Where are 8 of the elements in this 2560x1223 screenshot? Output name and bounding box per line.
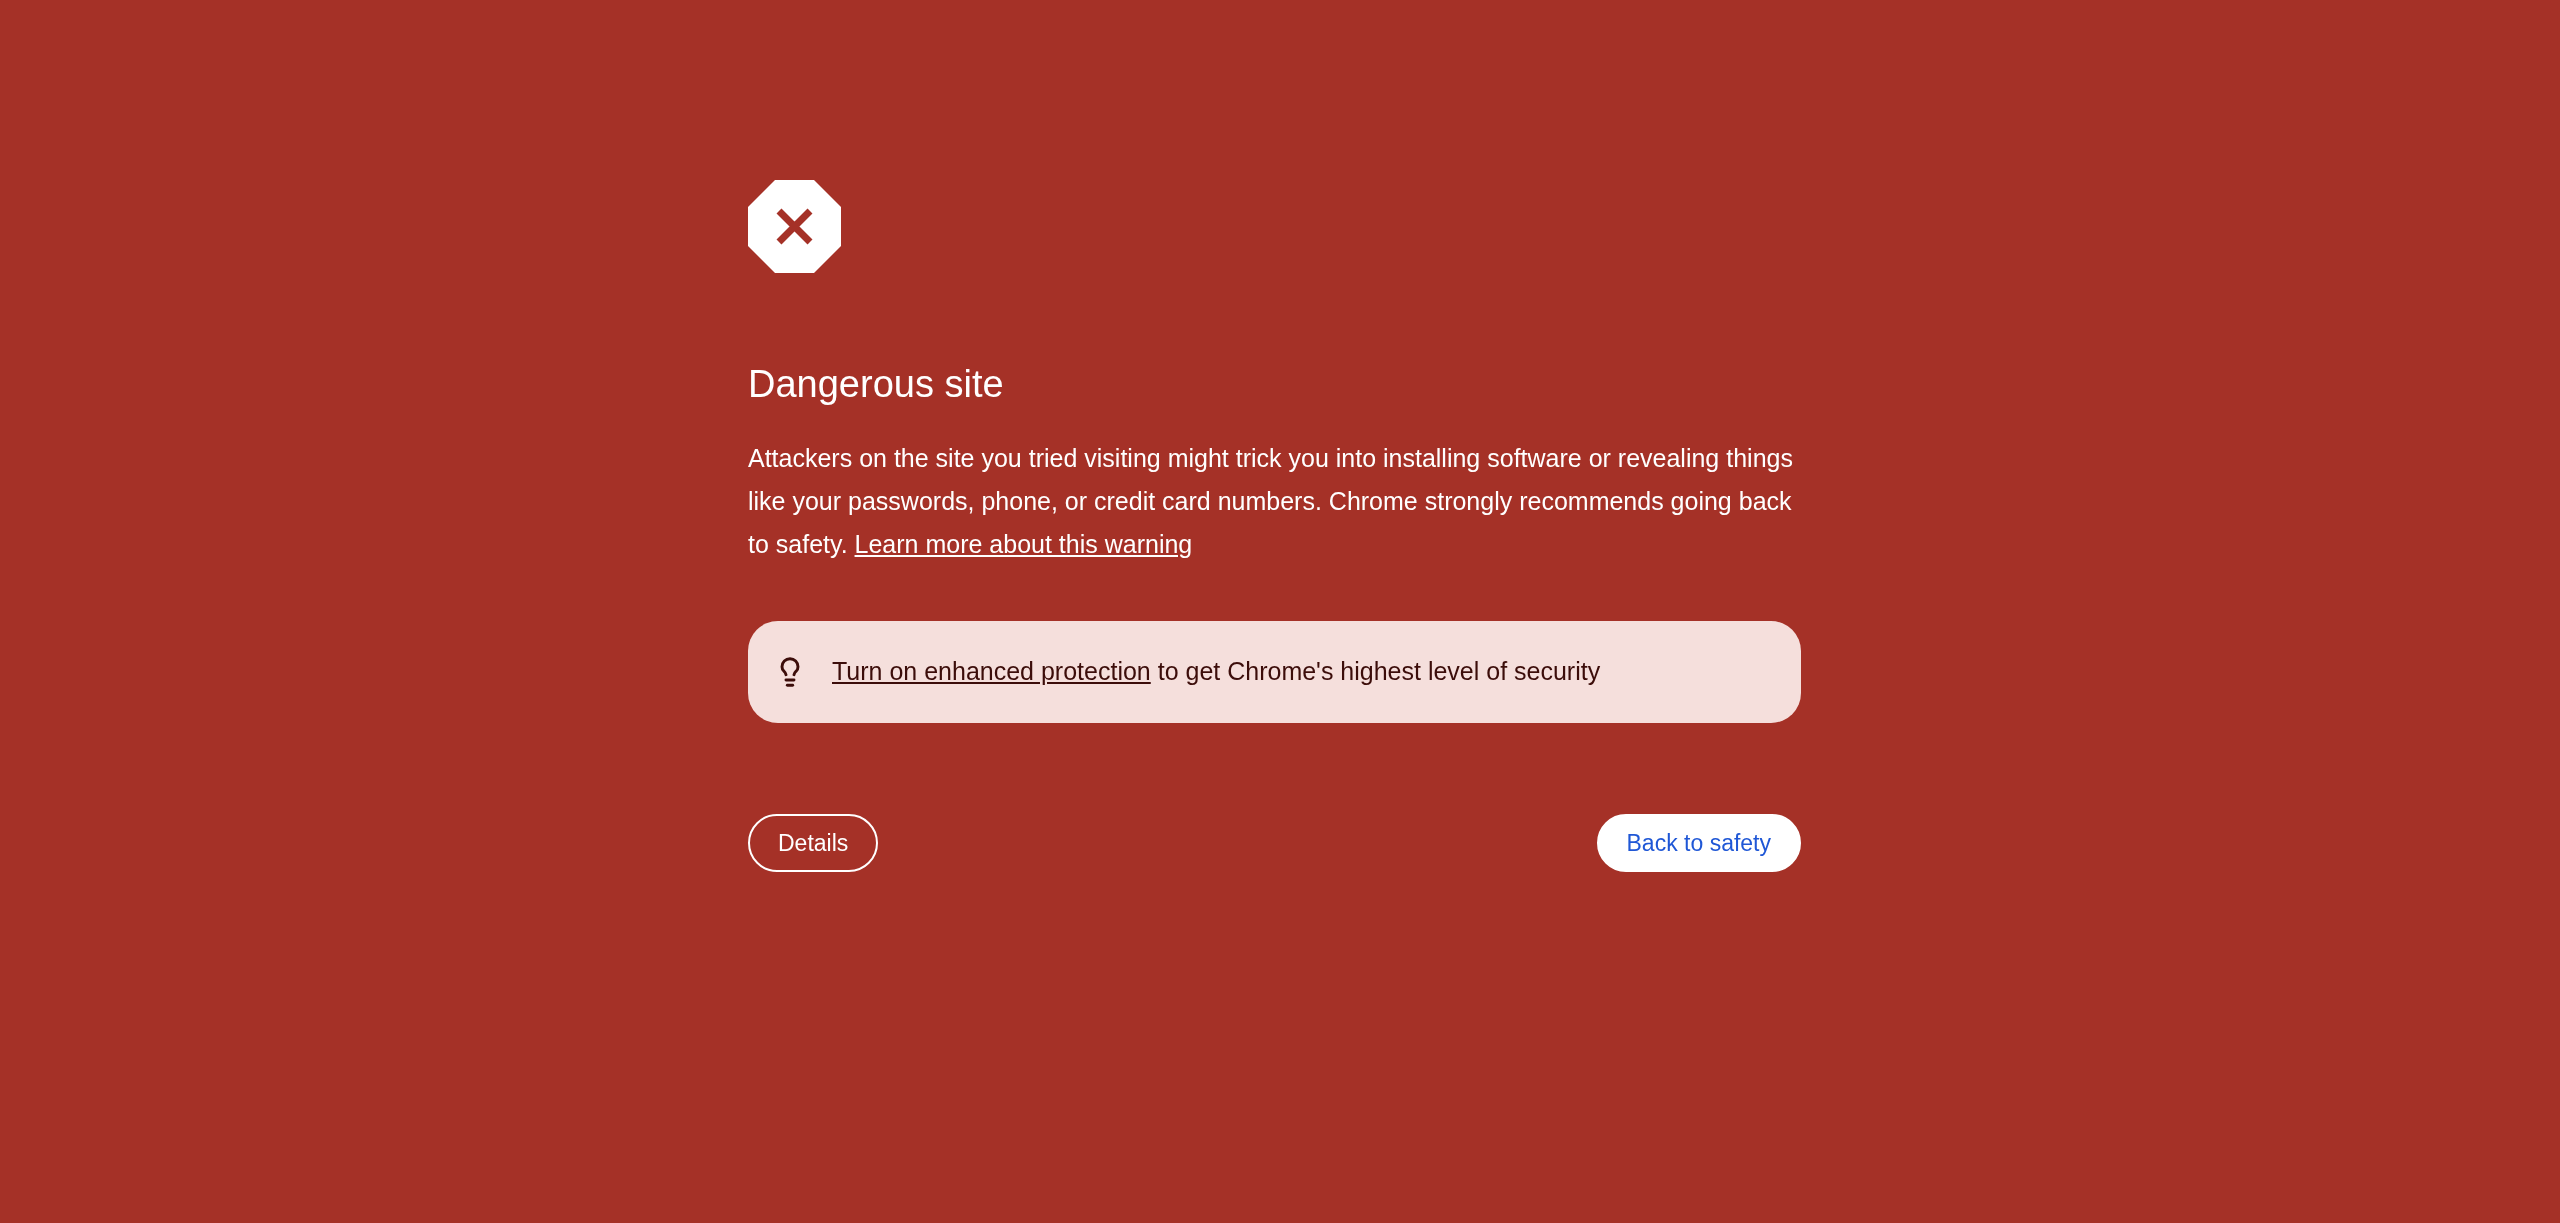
enhanced-protection-link[interactable]: Turn on enhanced protection <box>832 657 1151 686</box>
protection-message: Turn on enhanced protection to get Chrome's highest level of security <box>832 656 1601 688</box>
warning-description: Attackers on the site you tried visiting might trick you into installing software or revealing things like your passwords, phone, or credit card numbers. Chrome strongly recommends going back to safety. Learn more about this warning <box>748 443 1794 560</box>
back-to-safety-button[interactable]: Back to safety <box>1596 814 1801 872</box>
learn-more-link[interactable]: Learn more about this warning <box>854 530 1193 558</box>
page-title: Dangerous site <box>748 362 1004 407</box>
stop-sign-icon <box>748 180 841 273</box>
details-button[interactable]: Details <box>748 814 879 872</box>
